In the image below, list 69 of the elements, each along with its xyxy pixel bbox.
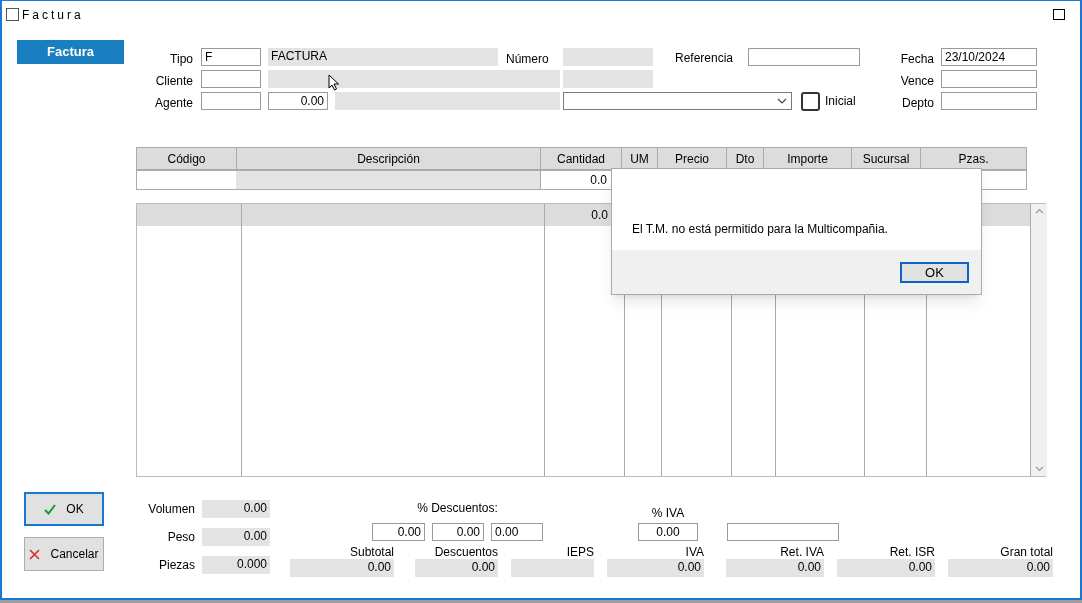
input-field[interactable] — [941, 92, 1037, 110]
input-field[interactable]: 0.00 — [372, 523, 425, 541]
column-header[interactable]: Dto — [726, 147, 764, 170]
input-field[interactable]: F — [201, 48, 261, 66]
readonly-field: 0.00 — [202, 528, 270, 546]
chevron-down-icon — [777, 98, 787, 104]
chevron-up-icon[interactable] — [1034, 208, 1044, 214]
checkmark-icon — [44, 503, 57, 515]
window-icon — [6, 8, 19, 21]
chevron-down-icon[interactable] — [1034, 466, 1044, 472]
readonly-field: 0.00 — [726, 559, 824, 577]
ok-button[interactable]: OK — [900, 262, 969, 283]
input-field[interactable] — [941, 70, 1037, 88]
field-label: % IVA — [651, 505, 685, 522]
readonly-field: 0.00 — [837, 559, 935, 577]
field-label: Tipo — [170, 52, 193, 66]
field-label: Fecha — [900, 52, 934, 66]
readonly-field: 0.00 — [607, 559, 704, 577]
side-tab[interactable]: Factura — [17, 40, 124, 64]
readonly-field: 0.00 — [290, 559, 394, 577]
total-label: Ret. ISR — [889, 546, 935, 559]
input-field[interactable] — [727, 523, 839, 541]
readonly-field: 0.00 — [202, 500, 270, 518]
dialog-message: El T.M. no está permitido para la Multicompañia. — [632, 222, 888, 236]
window-title: Factura — [22, 6, 84, 24]
column-header[interactable]: Sucursal — [851, 147, 921, 170]
field-label: Piezas — [158, 558, 195, 572]
total-label: IEPS — [566, 546, 594, 559]
total-label: Ret. IVA — [780, 546, 824, 559]
field-label: Cliente — [155, 74, 193, 88]
field-label: Referencia — [675, 51, 734, 65]
column-header[interactable]: Pzas. — [920, 147, 1027, 170]
input-field[interactable]: 0.00 — [491, 523, 543, 541]
ok-button[interactable]: OK — [24, 492, 104, 526]
total-label: Descuentos — [434, 546, 498, 559]
field-label: Agente — [154, 96, 193, 110]
cursor-icon — [328, 74, 340, 91]
total-label: IVA — [685, 546, 704, 559]
input-field[interactable] — [201, 70, 261, 88]
column-header[interactable]: Código — [136, 147, 237, 170]
input-field[interactable] — [748, 48, 860, 66]
column-header[interactable]: Descripción — [236, 147, 541, 170]
input-field[interactable] — [201, 92, 261, 110]
readonly-field: 0.00 — [948, 559, 1053, 577]
readonly-field: FACTURA — [268, 48, 498, 66]
column-header[interactable]: Precio — [657, 147, 727, 170]
total-label: Gran total — [1000, 546, 1053, 559]
field-label: Depto — [901, 96, 934, 110]
total-label: Subtotal — [349, 546, 394, 559]
field-label: Volumen — [148, 502, 195, 516]
field-label: Número — [506, 52, 549, 66]
input-field[interactable]: 0.00 — [268, 92, 328, 110]
field-label: Inicial — [825, 94, 856, 108]
input-field[interactable]: 0.00 — [432, 523, 484, 541]
dropdown[interactable] — [563, 92, 792, 110]
table-cell[interactable] — [136, 170, 237, 190]
field-label: Vence — [900, 74, 934, 88]
close-icon — [29, 548, 41, 560]
maximize-button[interactable] — [1053, 9, 1065, 20]
input-field[interactable]: 23/10/2024 — [941, 48, 1037, 66]
column-header[interactable]: Cantidad — [540, 147, 622, 170]
field-label: Peso — [167, 530, 195, 544]
scrollbar[interactable] — [1031, 204, 1047, 476]
input-field[interactable]: 0.00 — [638, 523, 698, 541]
field-label: % Descuentos: — [417, 500, 498, 517]
readonly-field: 0.000 — [202, 556, 270, 574]
checkbox[interactable] — [801, 91, 820, 111]
cancel-button[interactable]: Cancelar — [24, 537, 104, 571]
readonly-field: 0.00 — [415, 559, 498, 577]
